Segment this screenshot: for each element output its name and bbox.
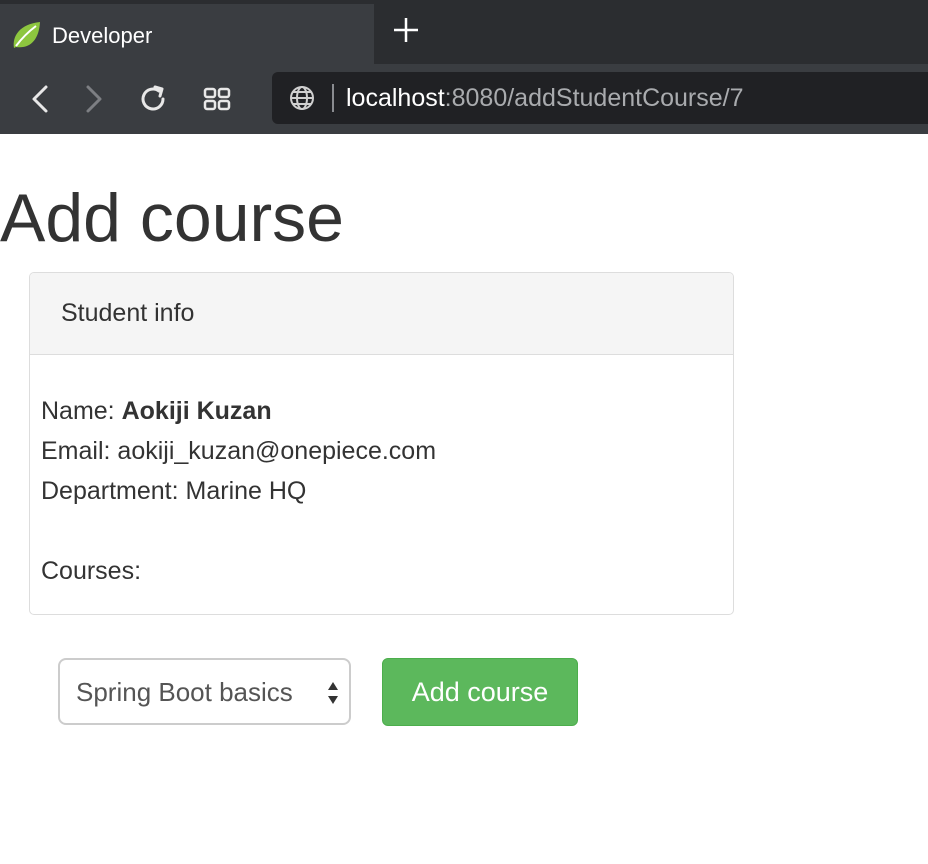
browser-tab[interactable]: Developer — [0, 4, 374, 64]
tab-title: Developer — [52, 23, 153, 48]
url-path: :8080/addStudentCourse/7 — [444, 84, 744, 112]
panel-body: Name: Aokiji Kuzan Email: aokiji_kuzan@o… — [30, 355, 733, 591]
email-label: Email: — [41, 437, 111, 465]
spring-leaf-icon — [13, 22, 40, 48]
page-title: Add course — [0, 180, 344, 256]
reload-icon[interactable] — [136, 82, 170, 116]
plus-icon[interactable] — [390, 14, 422, 46]
student-department: Marine HQ — [185, 477, 307, 505]
panel-heading: Student info — [30, 273, 733, 355]
department-label: Department: — [41, 477, 179, 505]
tab-strip: Developer — [0, 0, 928, 64]
courses-label: Courses: — [41, 557, 142, 585]
student-email-row: Email: aokiji_kuzan@onepiece.com — [41, 431, 733, 471]
select-arrows-icon — [328, 682, 338, 704]
url-host: localhost — [346, 84, 445, 112]
name-label: Name: — [41, 397, 115, 425]
student-email: aokiji_kuzan@onepiece.com — [117, 437, 437, 465]
student-info-panel: Student info Name: Aokiji Kuzan Email: a… — [29, 272, 734, 615]
add-course-button[interactable]: Add course — [382, 658, 578, 726]
back-icon[interactable] — [24, 82, 58, 116]
globe-icon — [290, 86, 314, 110]
forward-icon[interactable] — [76, 82, 110, 116]
page-content: Add course Student info Name: Aokiji Kuz… — [0, 134, 928, 864]
student-department-row: Department: Marine HQ — [41, 471, 733, 511]
selected-course: Spring Boot basics — [76, 677, 293, 707]
address-separator — [332, 84, 334, 112]
address-bar[interactable]: localhost:8080/addStudentCourse/7 — [272, 72, 928, 124]
grid-icon[interactable] — [200, 82, 234, 116]
browser-chrome: Developer localhost:8080/addStudentCours… — [0, 0, 928, 134]
navigation-bar: localhost:8080/addStudentCourse/7 — [0, 64, 928, 134]
url-text[interactable]: localhost:8080/addStudentCourse/7 — [346, 83, 744, 113]
course-select[interactable]: Spring Boot basics — [58, 658, 351, 725]
student-name: Aokiji Kuzan — [121, 397, 272, 425]
student-name-row: Name: Aokiji Kuzan — [41, 391, 733, 431]
